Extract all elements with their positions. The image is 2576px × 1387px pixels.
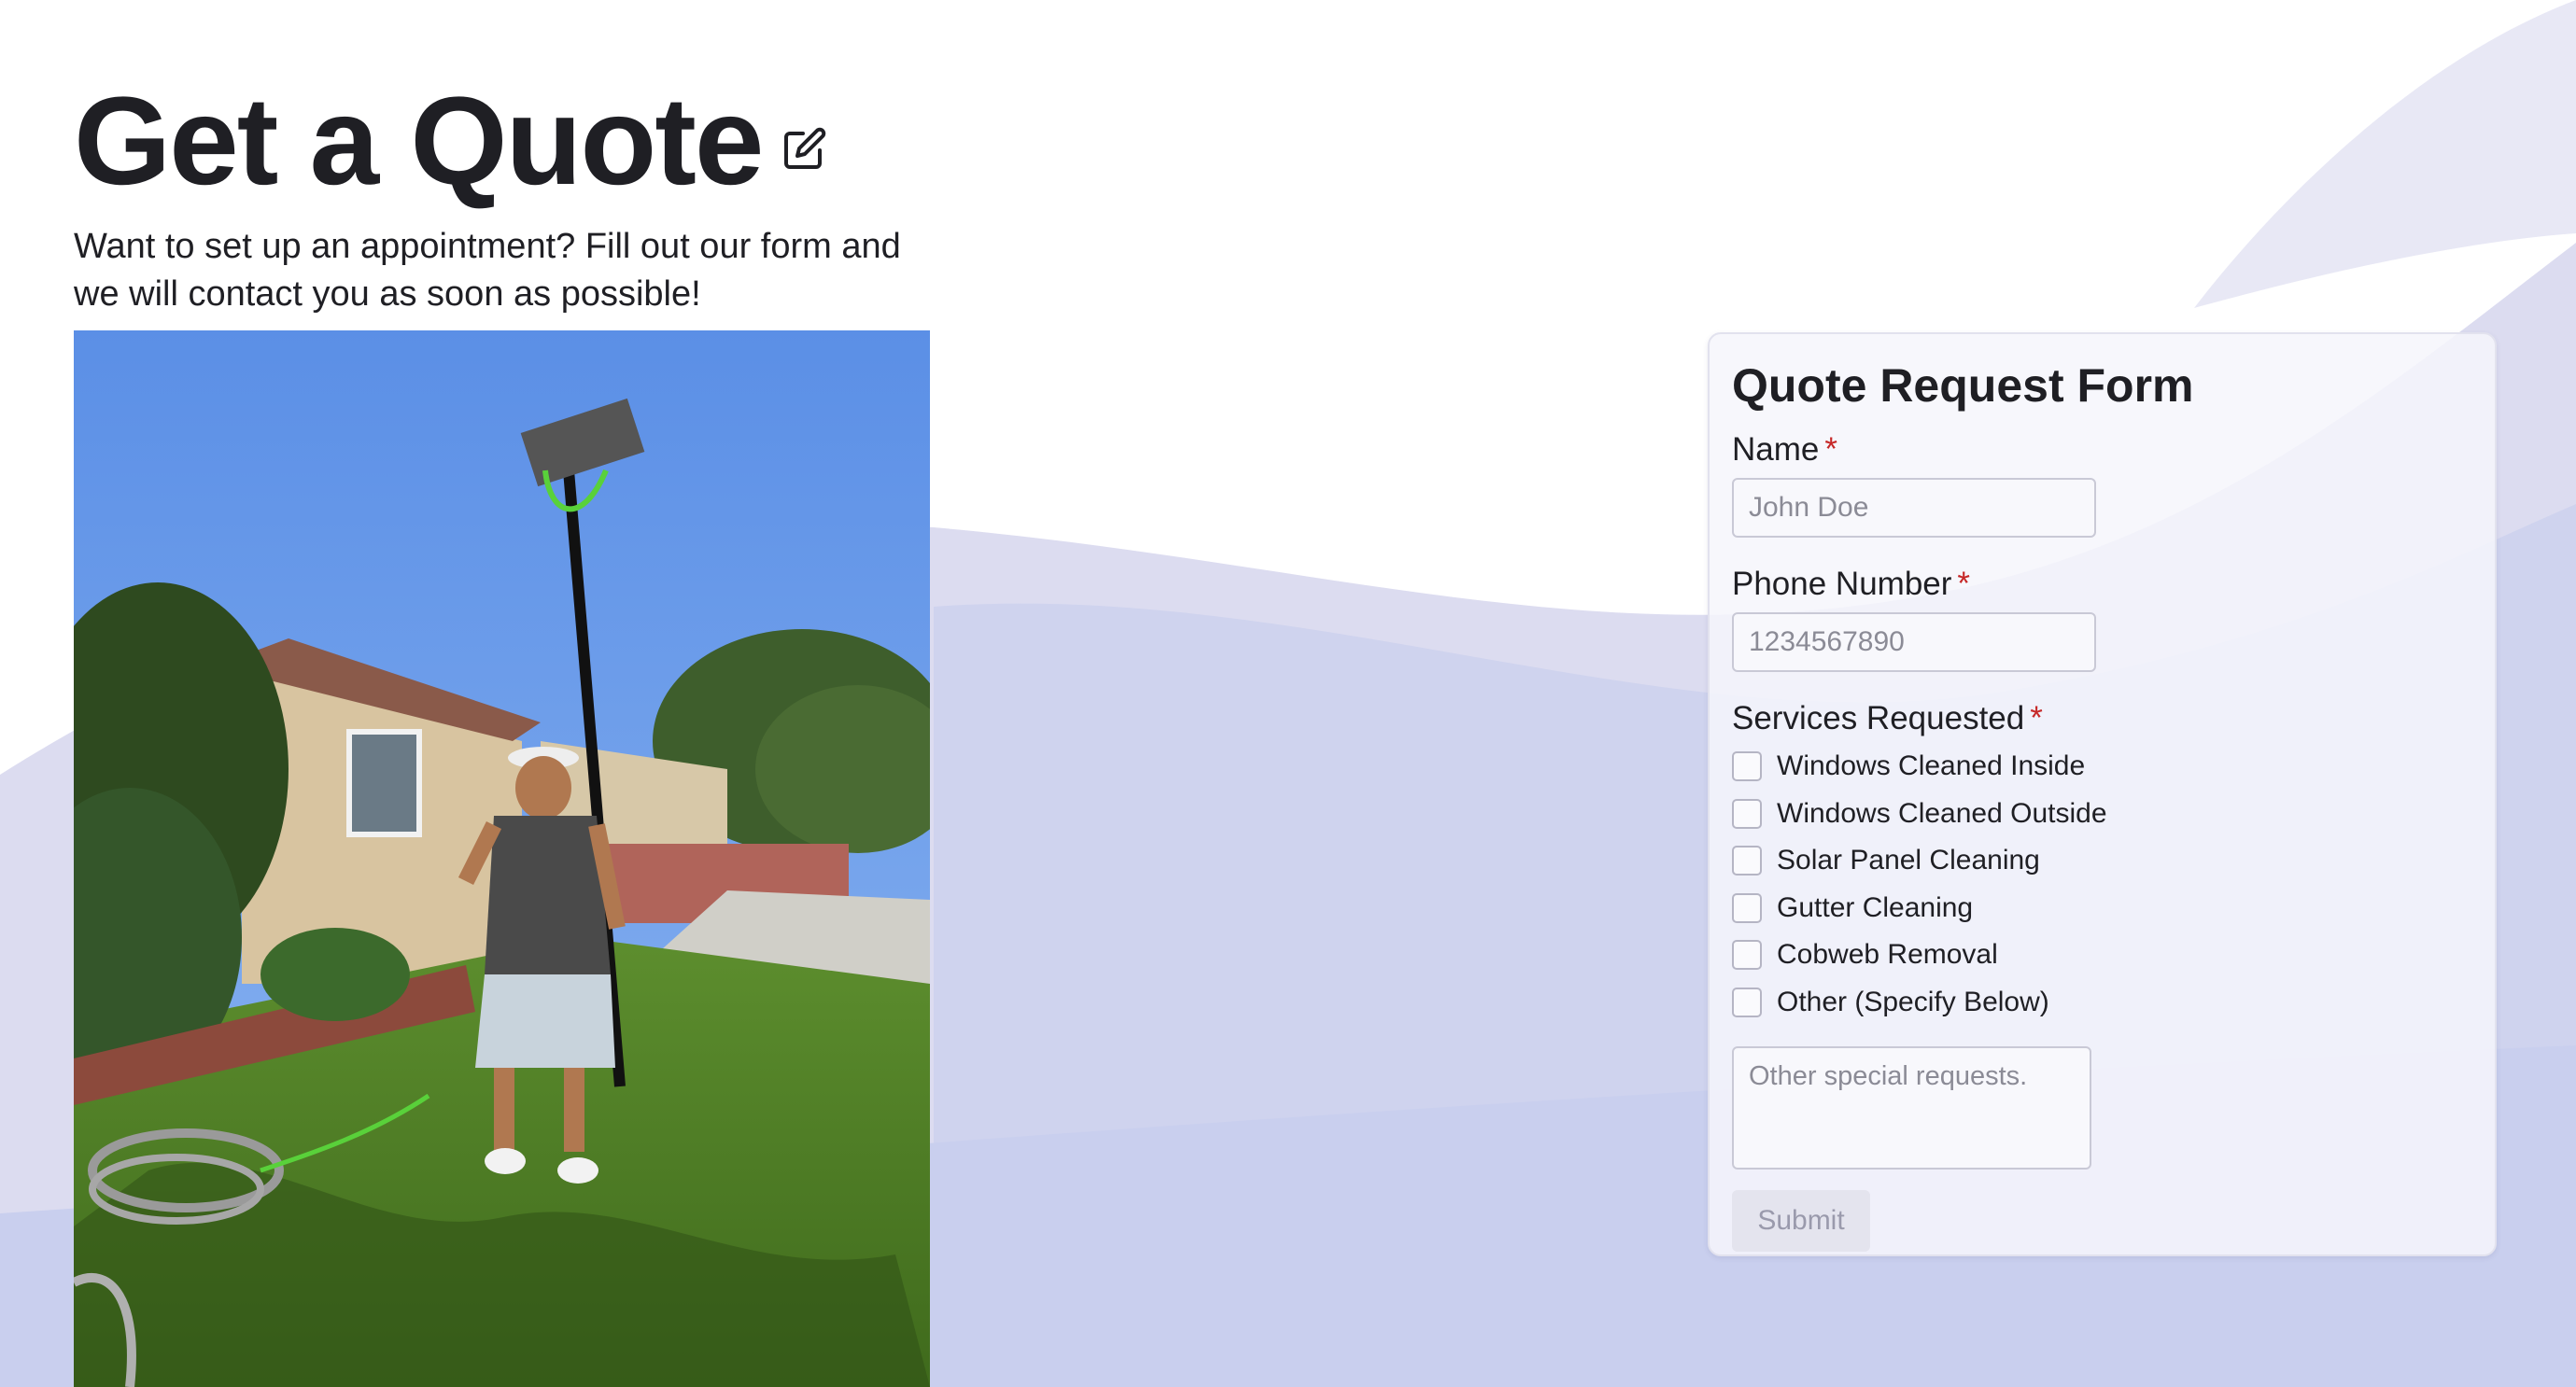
- other-requests-textarea[interactable]: [1732, 1046, 2091, 1170]
- checkbox[interactable]: [1732, 940, 1762, 971]
- phone-label: Phone Number *: [1732, 566, 2472, 603]
- service-option-cobweb[interactable]: Cobweb Removal: [1732, 932, 2472, 979]
- name-label: Name *: [1732, 431, 2472, 469]
- service-option-windows-outside[interactable]: Windows Cleaned Outside: [1732, 791, 2472, 838]
- service-option-label: Other (Specify Below): [1777, 986, 2049, 1017]
- service-option-label: Solar Panel Cleaning: [1777, 845, 2040, 876]
- edit-icon[interactable]: [782, 126, 827, 171]
- service-option-label: Windows Cleaned Outside: [1777, 797, 2107, 829]
- name-input[interactable]: [1732, 478, 2096, 538]
- checkbox[interactable]: [1732, 846, 1762, 876]
- service-option-label: Cobweb Removal: [1777, 939, 1998, 971]
- phone-label-text: Phone Number: [1732, 566, 1952, 602]
- page-subtitle: Want to set up an appointment? Fill out …: [74, 227, 901, 315]
- form-title: Quote Request Form: [1732, 359, 2194, 412]
- service-option-solar-panel[interactable]: Solar Panel Cleaning: [1732, 837, 2472, 885]
- quote-request-form: Quote Request Form Name* Phone Number* S…: [1708, 332, 2497, 1256]
- service-option-windows-inside[interactable]: Windows Cleaned Inside: [1732, 743, 2472, 791]
- checkbox[interactable]: [1732, 798, 1762, 829]
- wave-top-right: [2194, 0, 2576, 308]
- service-option-gutter[interactable]: Gutter Cleaning: [1732, 885, 2472, 932]
- worker-photo: [74, 330, 930, 1387]
- checkbox[interactable]: [1732, 892, 1762, 923]
- page-title: Get a Quote: [74, 72, 764, 211]
- required-marker: *: [1824, 431, 1837, 468]
- header: Get a Quote Want to set up an appointmen…: [74, 73, 914, 318]
- name-label-text: Name: [1732, 431, 1820, 468]
- required-marker: *: [2030, 700, 2043, 736]
- services-label: Services Requested *: [1732, 700, 2472, 737]
- phone-input[interactable]: [1732, 612, 2096, 672]
- service-option-other[interactable]: Other (Specify Below): [1732, 979, 2472, 1027]
- service-option-label: Gutter Cleaning: [1777, 891, 1974, 923]
- services-label-text: Services Requested: [1732, 700, 2025, 736]
- checkbox[interactable]: [1732, 987, 1762, 1017]
- services-checkbox-list: Windows Cleaned Inside Windows Cleaned O…: [1732, 743, 2472, 1026]
- title-row: Get a Quote: [74, 73, 914, 210]
- page: Get a Quote Want to set up an appointmen…: [0, 0, 2576, 1387]
- submit-button[interactable]: Submit: [1732, 1190, 1870, 1252]
- service-option-label: Windows Cleaned Inside: [1777, 750, 2086, 782]
- checkbox[interactable]: [1732, 751, 1762, 782]
- required-marker: *: [1957, 566, 1971, 602]
